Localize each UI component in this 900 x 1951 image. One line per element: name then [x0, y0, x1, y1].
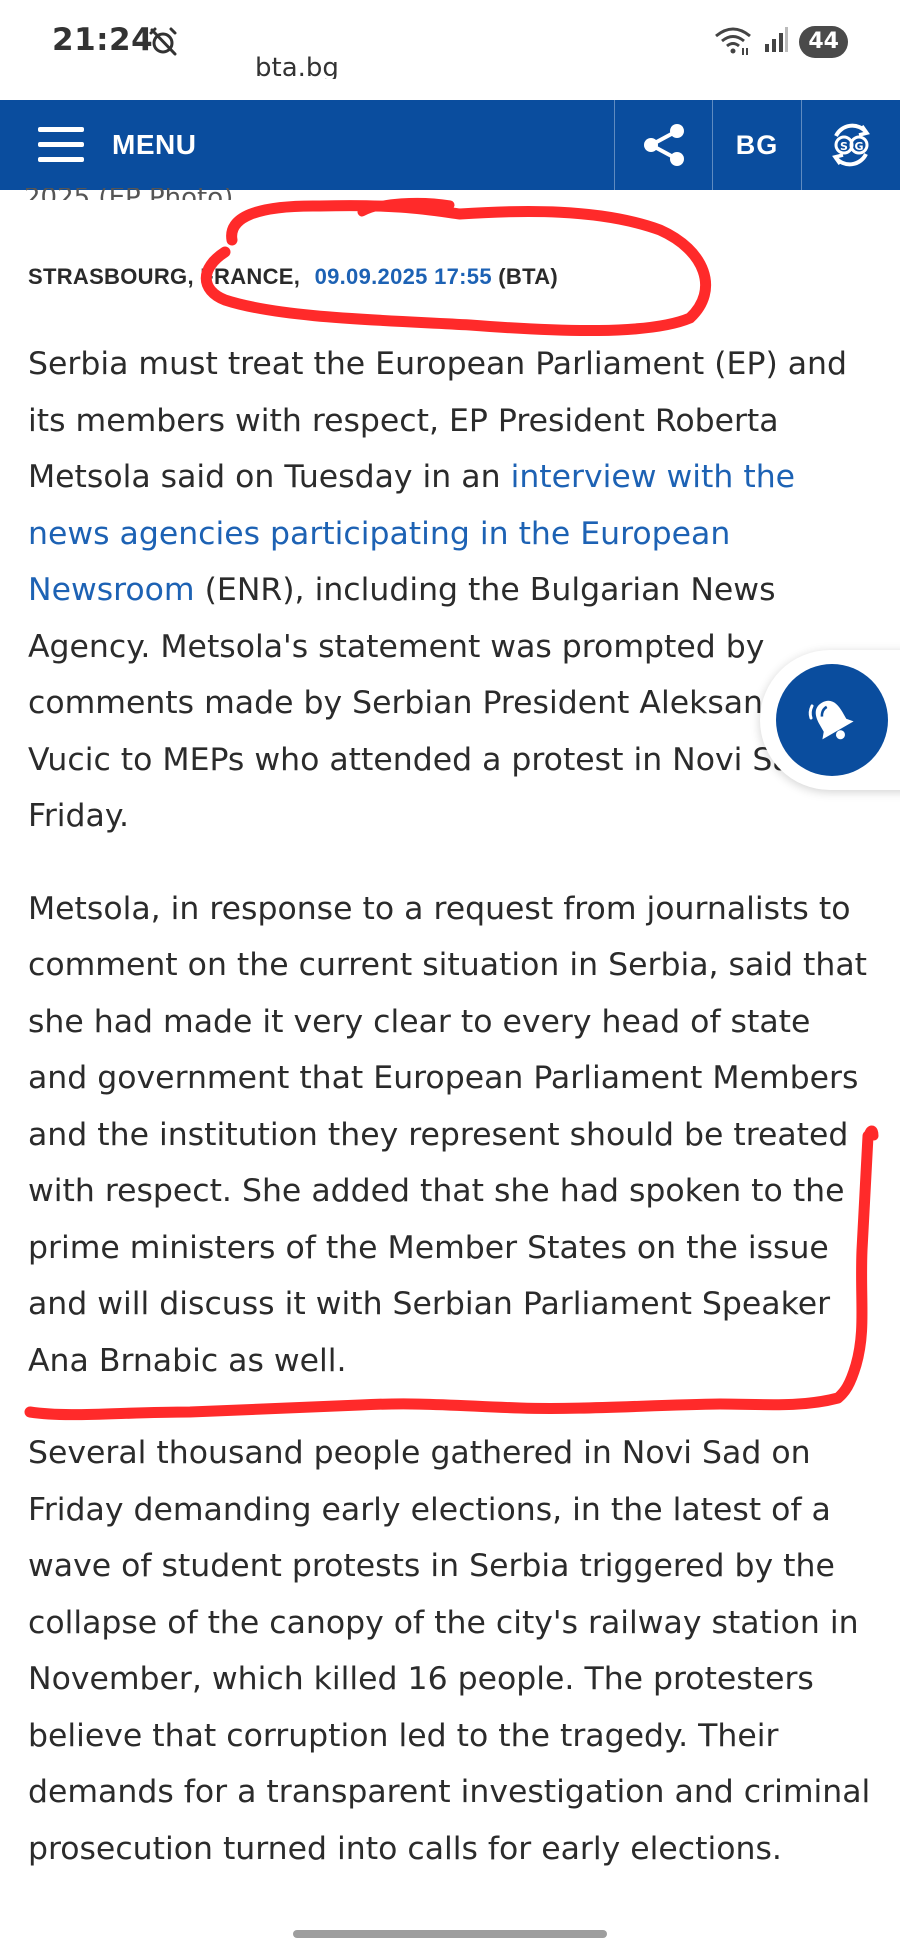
- article-dateline: STRASBOURG, FRANCE, 09.09.2025 17:55 (BT…: [28, 264, 558, 290]
- language-label: BG: [735, 129, 779, 160]
- menu-button[interactable]: MENU: [38, 100, 196, 190]
- article-body: Serbia must treat the European Parliamen…: [28, 336, 878, 1877]
- status-bar: 21:24 44: [0, 0, 900, 100]
- status-time: 21:24: [52, 22, 154, 58]
- paragraph-text: (ENR), including the Bulgarian News Agen…: [28, 572, 861, 834]
- svg-text:G: G: [854, 140, 863, 153]
- sign-language-icon: S G: [832, 123, 870, 167]
- menu-label: MENU: [112, 129, 197, 160]
- dateline-datetime[interactable]: 09.09.2025 17:55: [315, 264, 492, 289]
- home-indicator[interactable]: [293, 1930, 607, 1938]
- language-button[interactable]: BG: [713, 100, 801, 190]
- article-paragraph-3: Several thousand people gathered in Novi…: [28, 1435, 871, 1867]
- partial-caption-line: 2025 (EP Photo): [24, 188, 233, 200]
- sign-language-button[interactable]: S G: [802, 100, 900, 190]
- hamburger-icon: [38, 127, 84, 163]
- dateline-agency: (BTA): [498, 264, 559, 289]
- top-navbar: MENU BG S G: [0, 100, 900, 190]
- bell-icon: [776, 664, 888, 776]
- share-icon: [643, 124, 684, 166]
- battery-icon: 44: [799, 26, 848, 58]
- wifi-icon: [713, 24, 753, 60]
- dateline-location: STRASBOURG, FRANCE,: [28, 264, 301, 289]
- partial-top-text: bta.bg: [255, 55, 339, 79]
- article-paragraph-1: Serbia must treat the European Parliamen…: [28, 336, 878, 845]
- svg-text:S: S: [840, 140, 848, 153]
- signal-icon: [763, 26, 789, 58]
- article-paragraph-2: Metsola, in response to a request from j…: [28, 890, 867, 1379]
- share-button[interactable]: [615, 100, 712, 190]
- alarm-off-icon: [148, 26, 178, 60]
- notification-floating-button[interactable]: [760, 650, 900, 790]
